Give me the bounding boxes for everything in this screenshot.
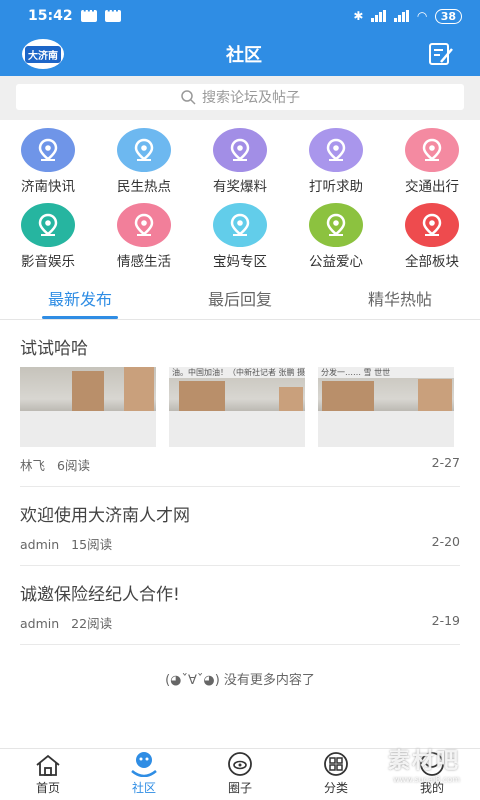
post-title: 欢迎使用大济南人才网 <box>20 506 190 526</box>
post-reads: 15阅读 <box>71 537 113 552</box>
signal-icon <box>371 10 387 22</box>
tabbar-label: 分类 <box>323 781 348 795</box>
post-date: 2-19 <box>431 613 460 628</box>
category-label: 打听求助 <box>309 179 363 195</box>
location-pin-icon <box>117 128 171 172</box>
tabbar-label: 圈子 <box>227 781 252 795</box>
image-caption: 分发一…… 雪 世世 <box>318 367 454 378</box>
tabbar-community[interactable]: 社区 <box>96 749 192 800</box>
wifi-icon: ◠ <box>417 9 427 23</box>
post-author: admin <box>20 616 60 631</box>
tab-last-reply[interactable]: 最后回复 <box>160 276 320 319</box>
home-icon <box>36 754 60 776</box>
category-item[interactable]: 交通出行 <box>384 128 480 195</box>
location-pin-icon <box>117 203 171 247</box>
location-pin-icon <box>405 128 459 172</box>
tabbar-home[interactable]: 首页 <box>0 749 96 800</box>
category-item[interactable]: 影音娱乐 <box>0 203 96 270</box>
post-author: admin <box>20 537 60 552</box>
location-pin-icon <box>213 203 267 247</box>
search-icon <box>181 90 196 105</box>
app-logo[interactable]: 大济南 <box>22 39 64 69</box>
post-list: 试试哈哈 油。中国加油！（中新社记者 张鹏 摄） 分发一…… 雪 世世 林飞 6阅 <box>0 320 480 712</box>
post-date: 2-20 <box>431 534 460 549</box>
battery-indicator: 38 <box>434 8 462 24</box>
post-meta: admin 22阅读 2-19 <box>20 613 460 632</box>
location-pin-icon <box>309 203 363 247</box>
compose-icon <box>429 43 453 65</box>
tab-featured[interactable]: 精华热帖 <box>320 276 480 319</box>
post-reads: 6阅读 <box>57 458 90 473</box>
status-time: 15:42 <box>28 8 73 24</box>
post-item[interactable]: 诚邀保险经纪人合作! admin 22阅读 2-19 <box>20 566 460 645</box>
status-bar: 15:42 ✱ ◠ 38 <box>0 0 480 32</box>
category-label: 情感生活 <box>117 254 171 270</box>
post-images: 油。中国加油！（中新社记者 张鹏 摄） 分发一…… 雪 世世 <box>20 367 460 447</box>
compose-button[interactable] <box>424 39 458 69</box>
search-input[interactable]: 搜索论坛及帖子 <box>16 84 464 110</box>
circle-icon <box>228 752 252 776</box>
tab-latest[interactable]: 最新发布 <box>0 276 160 319</box>
message-icon <box>104 4 121 22</box>
category-label: 有奖爆料 <box>213 179 267 195</box>
category-label: 交通出行 <box>405 179 459 195</box>
category-item[interactable]: 情感生活 <box>96 203 192 270</box>
search-placeholder: 搜索论坛及帖子 <box>202 90 300 106</box>
signal-icon <box>394 10 410 22</box>
tab-label: 精华热帖 <box>367 289 432 309</box>
tab-label: 最后回复 <box>207 289 272 309</box>
post-item[interactable]: 欢迎使用大济南人才网 admin 15阅读 2-20 <box>20 487 460 566</box>
post-date: 2-27 <box>431 455 460 470</box>
category-icon <box>324 752 348 776</box>
post-reads: 22阅读 <box>71 616 113 631</box>
bluetooth-icon: ✱ <box>353 9 364 23</box>
community-icon <box>131 752 157 777</box>
category-item[interactable]: 全部板块 <box>384 203 480 270</box>
page-title: 社区 <box>226 45 262 66</box>
location-pin-icon <box>309 128 363 172</box>
category-item[interactable]: 公益爱心 <box>288 203 384 270</box>
post-meta: admin 15阅读 2-20 <box>20 534 460 553</box>
location-pin-icon <box>213 128 267 172</box>
watermark: 素材吧 www.sucai8.com <box>387 749 460 784</box>
category-label: 民生热点 <box>117 179 171 195</box>
post-meta: 林飞 6阅读 2-27 <box>20 455 460 474</box>
location-pin-icon <box>21 128 75 172</box>
post-image[interactable] <box>20 367 156 447</box>
end-of-list-text: (◕ˇ∀ˇ◕) 没有更多内容了 <box>165 673 315 688</box>
app-bar: 大济南 社区 <box>0 32 480 76</box>
logo-text: 大济南 <box>25 45 61 63</box>
category-item[interactable]: 打听求助 <box>288 128 384 195</box>
category-grid: 济南快讯 民生热点 有奖爆料 打听求助 交通出行影音娱乐 情感生活 宝妈专区 公益爱心 全部板块 <box>0 120 480 276</box>
message-icon <box>80 4 97 22</box>
category-item[interactable]: 有奖爆料 <box>192 128 288 195</box>
post-title: 试试哈哈 <box>20 339 88 359</box>
location-pin-icon <box>405 203 459 247</box>
post-image[interactable]: 油。中国加油！（中新社记者 张鹏 摄） <box>169 367 305 447</box>
post-tabs: 最新发布 最后回复 精华热帖 <box>0 276 480 320</box>
tabbar-label: 首页 <box>35 781 60 795</box>
post-author: 林飞 <box>20 458 46 473</box>
category-label: 全部板块 <box>405 254 459 270</box>
category-item[interactable]: 民生热点 <box>96 128 192 195</box>
category-label: 影音娱乐 <box>21 254 75 270</box>
category-label: 宝妈专区 <box>213 254 267 270</box>
tab-label: 最新发布 <box>47 289 112 309</box>
category-label: 济南快讯 <box>21 179 75 195</box>
category-item[interactable]: 宝妈专区 <box>192 203 288 270</box>
post-image[interactable]: 分发一…… 雪 世世 <box>318 367 454 447</box>
search-area: 搜索论坛及帖子 <box>0 76 480 120</box>
tabbar-label: 社区 <box>131 781 156 795</box>
category-label: 公益爱心 <box>309 254 363 270</box>
tabbar-circle[interactable]: 圈子 <box>192 749 288 800</box>
category-item[interactable]: 济南快讯 <box>0 128 96 195</box>
image-caption: 油。中国加油！（中新社记者 张鹏 摄） <box>169 367 305 378</box>
location-pin-icon <box>21 203 75 247</box>
post-item[interactable]: 试试哈哈 油。中国加油！（中新社记者 张鹏 摄） 分发一…… 雪 世世 林飞 6阅 <box>20 320 460 487</box>
post-title: 诚邀保险经纪人合作! <box>20 585 180 605</box>
tabbar-category[interactable]: 分类 <box>288 749 384 800</box>
